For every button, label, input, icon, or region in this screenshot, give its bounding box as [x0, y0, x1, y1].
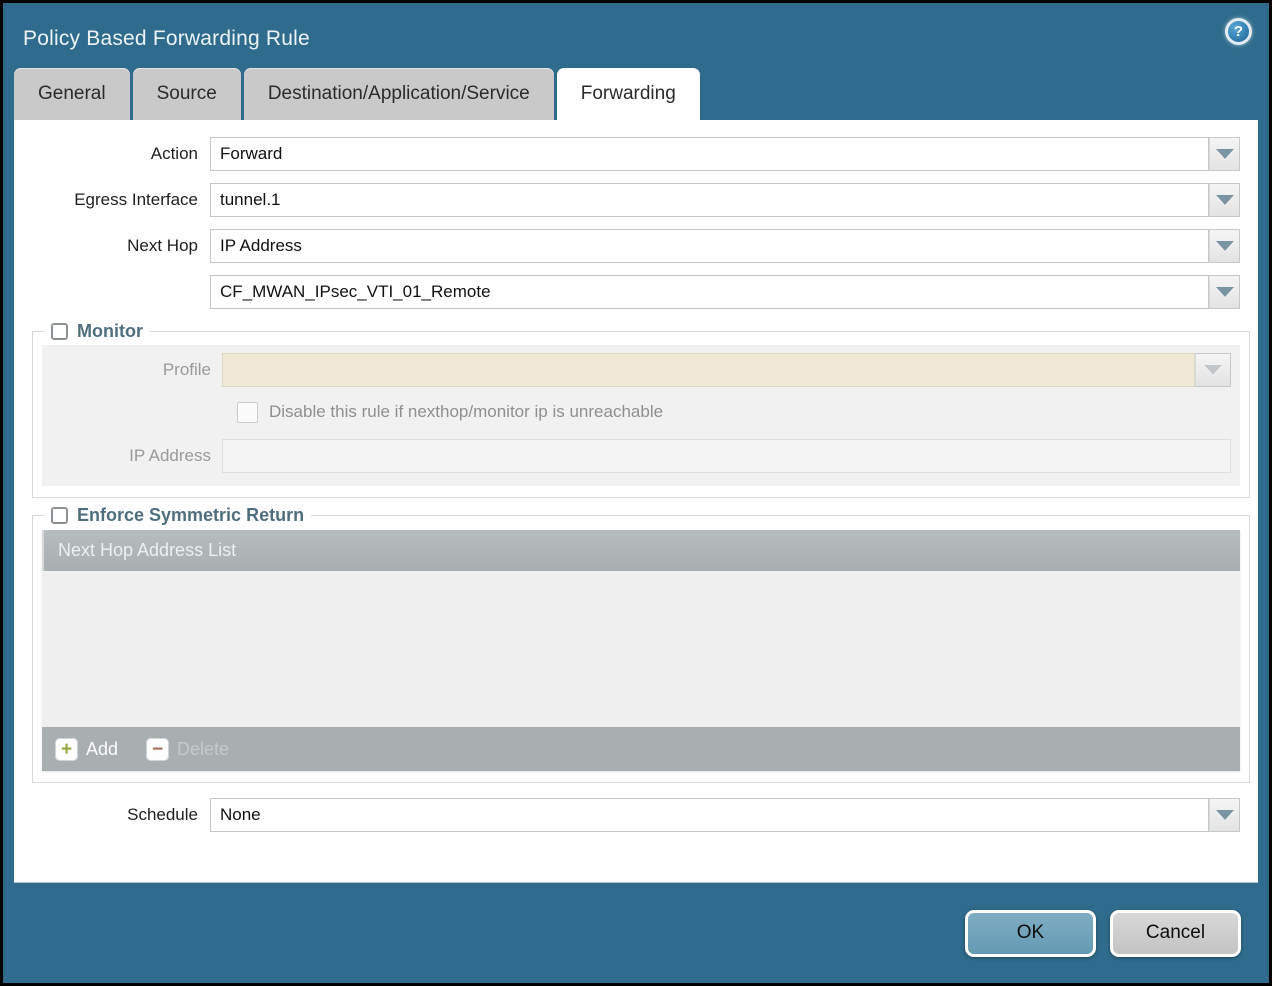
egress-interface-row: Egress Interface tunnel.1 — [14, 183, 1258, 217]
action-dropdown-button[interactable] — [1209, 137, 1240, 171]
chevron-down-icon — [1216, 241, 1234, 251]
monitor-ip-field — [222, 439, 1231, 473]
help-glyph: ? — [1234, 23, 1243, 40]
egress-interface-dropdown: tunnel.1 — [210, 183, 1240, 217]
profile-dropdown — [222, 353, 1231, 387]
egress-interface-label: Egress Interface — [14, 190, 210, 210]
tab-bar: General Source Destination/Application/S… — [14, 68, 1269, 120]
schedule-row: Schedule None — [14, 798, 1258, 832]
delete-button-label: Delete — [177, 739, 229, 760]
schedule-dropdown: None — [210, 798, 1240, 832]
dialog-footer: OK Cancel — [3, 883, 1269, 983]
action-row: Action Forward — [14, 137, 1258, 171]
monitor-section: Monitor Profile Disable this rule if nex… — [32, 321, 1250, 498]
profile-dropdown-button — [1195, 353, 1231, 387]
monitor-ip-row: IP Address — [42, 439, 1240, 473]
enforce-symmetric-return-legend: Enforce Symmetric Return — [44, 505, 311, 526]
profile-row: Profile — [42, 353, 1240, 387]
tab-source[interactable]: Source — [133, 68, 241, 120]
next-hop-type-value-field[interactable]: IP Address — [210, 229, 1209, 263]
help-icon[interactable]: ? — [1225, 18, 1252, 45]
action-label: Action — [14, 144, 210, 164]
profile-label: Profile — [42, 360, 222, 380]
next-hop-address-dropdown-button[interactable] — [1209, 275, 1240, 309]
cancel-button[interactable]: Cancel — [1110, 910, 1241, 957]
monitor-checkbox[interactable] — [51, 323, 68, 340]
monitor-title: Monitor — [77, 321, 143, 342]
add-button-label: Add — [86, 739, 118, 760]
chevron-down-icon — [1204, 365, 1222, 375]
next-hop-row: Next Hop IP Address — [14, 229, 1258, 263]
disable-rule-label: Disable this rule if nexthop/monitor ip … — [269, 402, 663, 422]
enforce-symmetric-return-title: Enforce Symmetric Return — [77, 505, 304, 526]
chevron-down-icon — [1216, 287, 1234, 297]
tab-destination-application-service[interactable]: Destination/Application/Service — [244, 68, 554, 120]
chevron-down-icon — [1216, 810, 1234, 820]
delete-button: − Delete — [146, 738, 229, 761]
add-button[interactable]: + Add — [55, 738, 118, 761]
next-hop-address-table-toolbar: + Add − Delete — [42, 727, 1240, 771]
forwarding-tab-panel: Action Forward Egress Interface tunnel.1… — [14, 120, 1258, 883]
ok-button[interactable]: OK — [965, 910, 1096, 957]
schedule-value-field[interactable]: None — [210, 798, 1209, 832]
enforce-symmetric-return-section: Enforce Symmetric Return Next Hop Addres… — [32, 505, 1250, 783]
profile-value-field — [222, 353, 1195, 387]
action-value-field[interactable]: Forward — [210, 137, 1209, 171]
tab-forwarding[interactable]: Forwarding — [557, 68, 700, 120]
next-hop-address-row: CF_MWAN_IPsec_VTI_01_Remote — [14, 275, 1258, 309]
next-hop-address-value-field[interactable]: CF_MWAN_IPsec_VTI_01_Remote — [210, 275, 1209, 309]
tab-general[interactable]: General — [14, 68, 130, 120]
next-hop-label: Next Hop — [14, 236, 210, 256]
schedule-label: Schedule — [14, 805, 210, 825]
next-hop-type-dropdown-button[interactable] — [1209, 229, 1240, 263]
egress-interface-dropdown-button[interactable] — [1209, 183, 1240, 217]
chevron-down-icon — [1216, 149, 1234, 159]
next-hop-address-table-header: Next Hop Address List — [42, 530, 1240, 571]
next-hop-address-table: Next Hop Address List + Add − Delete — [42, 530, 1240, 771]
next-hop-type-dropdown: IP Address — [210, 229, 1240, 263]
delete-icon: − — [146, 738, 169, 761]
add-icon: + — [55, 738, 78, 761]
monitor-ip-label: IP Address — [42, 446, 222, 466]
disable-rule-row: Disable this rule if nexthop/monitor ip … — [237, 399, 1240, 425]
monitor-legend: Monitor — [44, 321, 150, 342]
monitor-disabled-area: Profile Disable this rule if nexthop/mon… — [42, 345, 1240, 486]
dialog-title: Policy Based Forwarding Rule — [3, 3, 1269, 68]
next-hop-address-table-body — [42, 571, 1240, 727]
policy-based-forwarding-dialog: Policy Based Forwarding Rule ? General S… — [0, 0, 1272, 986]
enforce-symmetric-return-checkbox[interactable] — [51, 507, 68, 524]
disable-rule-checkbox — [237, 402, 258, 423]
next-hop-address-dropdown: CF_MWAN_IPsec_VTI_01_Remote — [210, 275, 1240, 309]
action-dropdown: Forward — [210, 137, 1240, 171]
schedule-dropdown-button[interactable] — [1209, 798, 1240, 832]
chevron-down-icon — [1216, 195, 1234, 205]
egress-interface-value-field[interactable]: tunnel.1 — [210, 183, 1209, 217]
